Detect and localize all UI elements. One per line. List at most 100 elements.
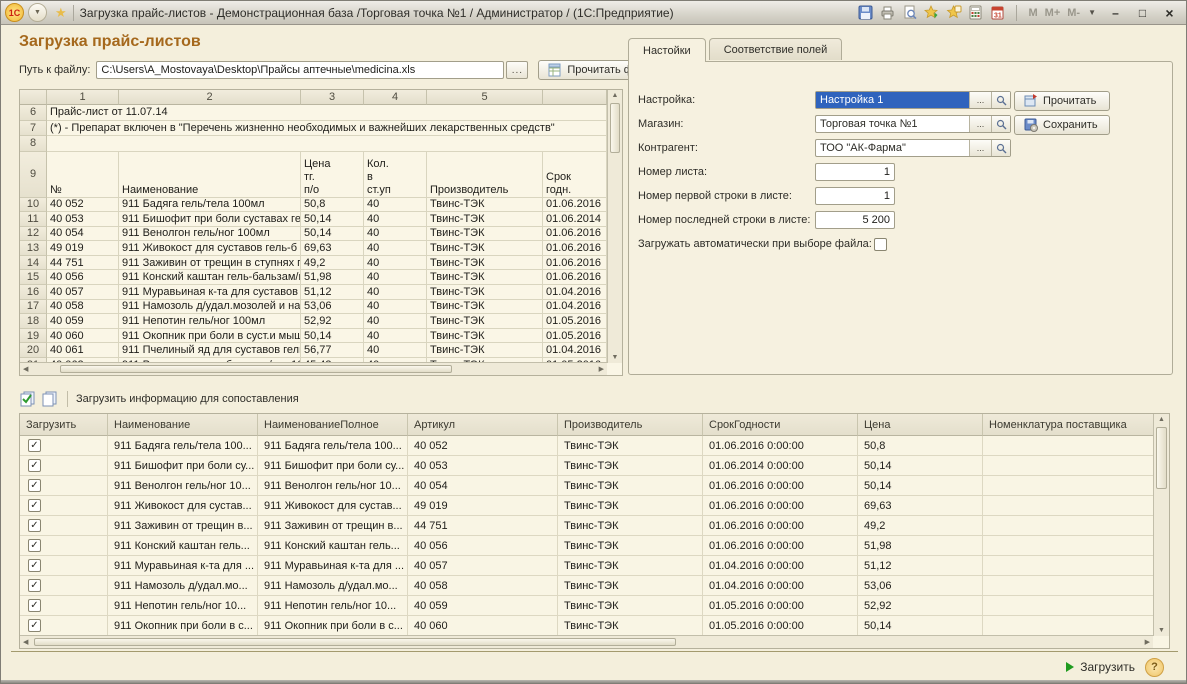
sheet-cell[interactable]: 50,8 (301, 198, 364, 213)
sheet-cell[interactable]: 40 (364, 270, 427, 285)
sheet-cell[interactable]: 40 (364, 343, 427, 358)
sheet-cell[interactable]: 01.06.2016 (543, 256, 607, 271)
match-cell[interactable]: 50,8 (858, 436, 983, 456)
match-cell[interactable]: 40 059 (408, 596, 558, 616)
match-cell[interactable]: 50,14 (858, 616, 983, 636)
sheet-column-header[interactable]: 4 (364, 90, 427, 105)
sheet-cell[interactable]: 911 Конский каштан гель-бальзам/н (119, 270, 301, 285)
sheet-cell[interactable]: 911 Муравьиная к-та для суставов (119, 285, 301, 300)
minimize-button[interactable]: – (1103, 4, 1128, 22)
match-cell[interactable]: 911 Заживин от трещин в... (108, 516, 258, 536)
match-column-header[interactable]: Загрузить (20, 414, 108, 436)
table-row[interactable]: ✓911 Бишофит при боли су...911 Бишофит п… (20, 456, 1169, 476)
match-cell[interactable]: 01.05.2016 0:00:00 (703, 616, 858, 636)
row-checkbox[interactable]: ✓ (28, 599, 41, 612)
match-cell[interactable]: 911 Живокост для сустав... (258, 496, 408, 516)
sheet-cell[interactable]: Твинс-ТЭК (427, 227, 543, 242)
sheet-cell[interactable]: 50,14 (301, 212, 364, 227)
preview-icon[interactable] (900, 3, 919, 22)
match-cell[interactable]: 911 Окопник при боли в с... (108, 616, 258, 636)
sheet-cell[interactable]: 49 019 (47, 241, 119, 256)
sheet-row-number[interactable]: 19 (20, 329, 47, 344)
favorites-icon[interactable] (944, 3, 963, 22)
sheet-cell[interactable]: Твинс-ТЭК (427, 241, 543, 256)
match-cell[interactable]: 51,12 (858, 556, 983, 576)
match-check-cell[interactable]: ✓ (20, 616, 108, 636)
sheet-cell[interactable]: 01.05.2016 (543, 329, 607, 344)
sheet-horizontal-scrollbar[interactable]: ◀ ▶ (20, 362, 607, 375)
match-cell[interactable] (983, 436, 1155, 456)
tab-settings[interactable]: Настойки (628, 38, 706, 62)
match-cell[interactable]: 911 Венолгон гель/ног 10... (108, 476, 258, 496)
match-cell[interactable]: 01.06.2016 0:00:00 (703, 476, 858, 496)
match-cell[interactable]: 911 Окопник при боли в с... (258, 616, 408, 636)
sheet-column-header[interactable]: 5 (427, 90, 543, 105)
row-checkbox[interactable]: ✓ (28, 619, 41, 632)
match-cell[interactable]: 53,06 (858, 576, 983, 596)
scroll-up-arrow[interactable]: ▲ (608, 92, 622, 99)
sheet-cell[interactable]: 911 Бадяга гель/тела 100мл (119, 198, 301, 213)
sheet-cell[interactable]: Срок годн. (543, 152, 607, 198)
sheet-cell[interactable]: Прайс-лист от 11.07.14 (47, 105, 607, 121)
maximize-button[interactable]: □ (1130, 4, 1155, 22)
match-cell[interactable]: 49,2 (858, 516, 983, 536)
table-row[interactable]: ✓911 Живокост для сустав...911 Живокост … (20, 496, 1169, 516)
number-input[interactable]: 1 (815, 163, 895, 181)
memory-m-minus-button[interactable]: M- (1065, 7, 1082, 19)
table-row[interactable]: ✓ 911 Окопник при боли в с...911 Окопник … (20, 616, 1169, 636)
sheet-cell[interactable]: 40 (364, 227, 427, 242)
match-cell[interactable]: 01.04.2016 0:00:00 (703, 556, 858, 576)
sheet-cell[interactable]: 50,14 (301, 227, 364, 242)
read-settings-button[interactable]: Прочитать (1014, 91, 1110, 111)
match-cell[interactable]: 911 Бишофит при боли су... (258, 456, 408, 476)
sheet-cell[interactable]: 40 (364, 300, 427, 315)
scroll-right-arrow[interactable]: ▶ (1145, 638, 1150, 646)
match-cell[interactable] (983, 456, 1155, 476)
match-cell[interactable]: 911 Заживин от трещин в... (258, 516, 408, 536)
table-row[interactable]: ✓911 Заживин от трещин в...911 Заживин о… (20, 516, 1169, 536)
match-check-cell[interactable]: ✓ (20, 436, 108, 456)
sheet-cell[interactable]: Цена тг. п/о (301, 152, 364, 198)
row-checkbox[interactable]: ✓ (28, 499, 41, 512)
sheet-cell[interactable]: 911 Непотин гель/ног 100мл (119, 314, 301, 329)
sheet-row-number[interactable]: 6 (20, 105, 47, 121)
match-column-header[interactable]: Наименование (108, 414, 258, 436)
sheet-cell[interactable]: Твинс-ТЭК (427, 343, 543, 358)
scroll-left-arrow[interactable]: ◀ (23, 638, 28, 646)
match-cell[interactable]: 911 Бадяга гель/тела 100... (258, 436, 408, 456)
sheet-cell[interactable]: 49,2 (301, 256, 364, 271)
sheet-cell[interactable]: 01.06.2016 (543, 198, 607, 213)
match-check-cell[interactable]: ✓ (20, 496, 108, 516)
reference-input-value[interactable]: Настройка 1 (816, 92, 969, 108)
row-checkbox[interactable]: ✓ (28, 539, 41, 552)
sheet-cell[interactable]: (*) - Препарат включен в "Перечень жизне… (47, 121, 607, 137)
table-row[interactable]: ✓911 Конский каштан гель...911 Конский к… (20, 536, 1169, 556)
sheet-cell[interactable]: Кол. в ст.уп (364, 152, 427, 198)
magnifier-icon[interactable] (991, 92, 1010, 108)
match-cell[interactable]: 01.06.2016 0:00:00 (703, 496, 858, 516)
sheet-cell[interactable]: 01.06.2014 (543, 212, 607, 227)
match-cell[interactable]: 911 Непотин гель/ног 10... (108, 596, 258, 616)
match-cell[interactable]: 911 Бишофит при боли су... (108, 456, 258, 476)
match-cell[interactable] (983, 576, 1155, 596)
sheet-cell[interactable]: 40 052 (47, 198, 119, 213)
match-cell[interactable]: 01.06.2016 0:00:00 (703, 536, 858, 556)
row-checkbox[interactable]: ✓ (28, 439, 41, 452)
match-cell[interactable]: 40 057 (408, 556, 558, 576)
match-cell[interactable] (983, 536, 1155, 556)
sheet-cell[interactable]: 01.04.2016 (543, 285, 607, 300)
sheet-vertical-scrollbar[interactable]: ▲ ▼ (607, 90, 622, 363)
sheet-row-number[interactable]: 9 (20, 152, 47, 198)
sheet-cell[interactable]: 40 054 (47, 227, 119, 242)
sheet-cell[interactable]: Твинс-ТЭК (427, 285, 543, 300)
sheet-cell[interactable]: 911 Намозоль д/удал.мозолей и нат (119, 300, 301, 315)
sheet-cell[interactable]: 911 Окопник при боли в суст.и мыш (119, 329, 301, 344)
match-cell[interactable] (983, 596, 1155, 616)
main-menu-button[interactable]: ▼ (28, 3, 47, 22)
match-cell[interactable] (983, 616, 1155, 636)
memory-m-button[interactable]: M (1026, 7, 1039, 19)
match-check-cell[interactable]: ✓ (20, 456, 108, 476)
file-path-input[interactable]: C:\Users\A_Mostovaya\Desktop\Прайсы апте… (96, 61, 504, 79)
match-cell[interactable]: Твинс-ТЭК (558, 556, 703, 576)
match-cell[interactable]: 49 019 (408, 496, 558, 516)
